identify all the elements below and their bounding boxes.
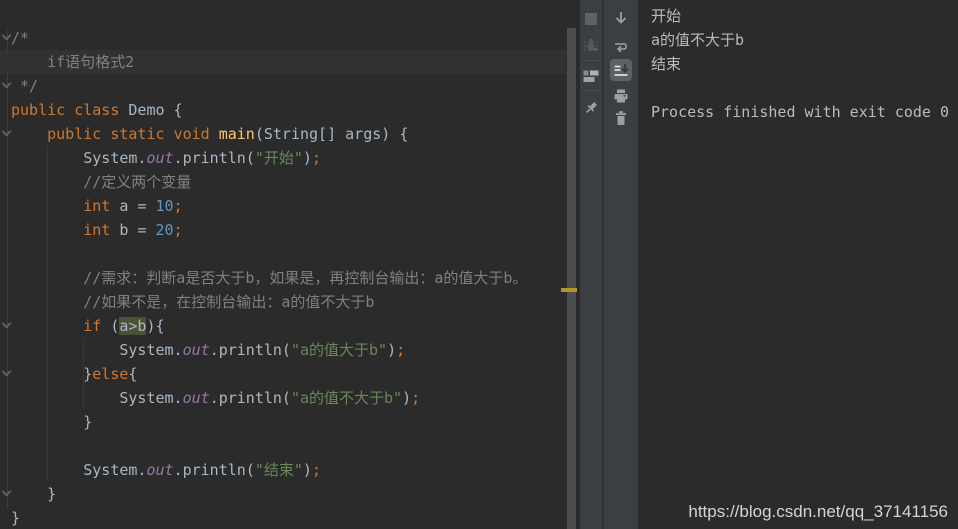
pin-icon[interactable]: [583, 100, 599, 116]
console-line: a的值不大于b: [651, 31, 745, 49]
code-line[interactable]: System.out.println("a的值大于b");: [0, 338, 566, 362]
ide-run-view: /* if语句格式2 */public class Demo { public …: [0, 0, 958, 529]
code-line[interactable]: */: [0, 74, 566, 98]
console-toolbar: [604, 0, 638, 529]
code-line[interactable]: System.out.println("开始");: [0, 146, 566, 170]
code-line[interactable]: //定义两个变量: [0, 170, 566, 194]
code-line[interactable]: if (a>b){: [0, 314, 566, 338]
console-line: 结束: [651, 55, 682, 73]
code-line[interactable]: //需求：判断a是否大于b，如果是，再控制台输出：a的值大于b。: [0, 266, 566, 290]
code-line[interactable]: /*: [0, 26, 566, 50]
console-pane[interactable]: 开始 a的值不大于b 结束 Process finished with exit co…: [638, 0, 958, 529]
scrollbar-caret-mark[interactable]: [561, 288, 577, 292]
down-stack-trace-icon[interactable]: [613, 10, 629, 26]
run-toolbar: [580, 0, 602, 529]
scrollbar-thumb[interactable]: [567, 28, 576, 529]
editor-scrollbar[interactable]: [561, 0, 577, 529]
code-line[interactable]: System.out.println("结束");: [0, 458, 566, 482]
code-line[interactable]: [0, 434, 566, 458]
code-line[interactable]: if语句格式2: [0, 50, 566, 74]
restore-layout-icon[interactable]: [583, 68, 599, 84]
stop-icon[interactable]: [585, 13, 597, 25]
console-output: 开始 a的值不大于b 结束 Process finished with exit co…: [638, 0, 958, 124]
code-line[interactable]: public static void main(String[] args) {: [0, 122, 566, 146]
code-line[interactable]: [0, 242, 566, 266]
scroll-to-end-icon[interactable]: [610, 59, 632, 81]
soft-wrap-icon[interactable]: [613, 40, 629, 56]
console-line: 开始: [651, 7, 682, 25]
toolbar-separator: [582, 90, 600, 91]
code-line[interactable]: int b = 20;: [0, 218, 566, 242]
code-line[interactable]: int a = 10;: [0, 194, 566, 218]
watermark: https://blog.csdn.net/qq_37141156: [688, 502, 948, 521]
editor-pane[interactable]: /* if语句格式2 */public class Demo { public …: [0, 0, 566, 529]
code-line[interactable]: //如果不是，在控制台输出：a的值不大于b: [0, 290, 566, 314]
code-line[interactable]: public class Demo {: [0, 98, 566, 122]
code-line[interactable]: }: [0, 482, 566, 506]
code-line[interactable]: }else{: [0, 362, 566, 386]
code-line[interactable]: }: [0, 410, 566, 434]
code-line[interactable]: System.out.println("a的值不大于b");: [0, 386, 566, 410]
rerun-debug-icon[interactable]: [583, 37, 599, 53]
toolbar-separator: [582, 60, 600, 61]
clear-all-icon[interactable]: [613, 110, 629, 126]
console-line: Process finished with exit code 0: [651, 103, 950, 121]
code-editor[interactable]: /* if语句格式2 */public class Demo { public …: [0, 0, 566, 529]
code-line[interactable]: }: [0, 506, 566, 529]
print-icon[interactable]: [613, 88, 629, 104]
